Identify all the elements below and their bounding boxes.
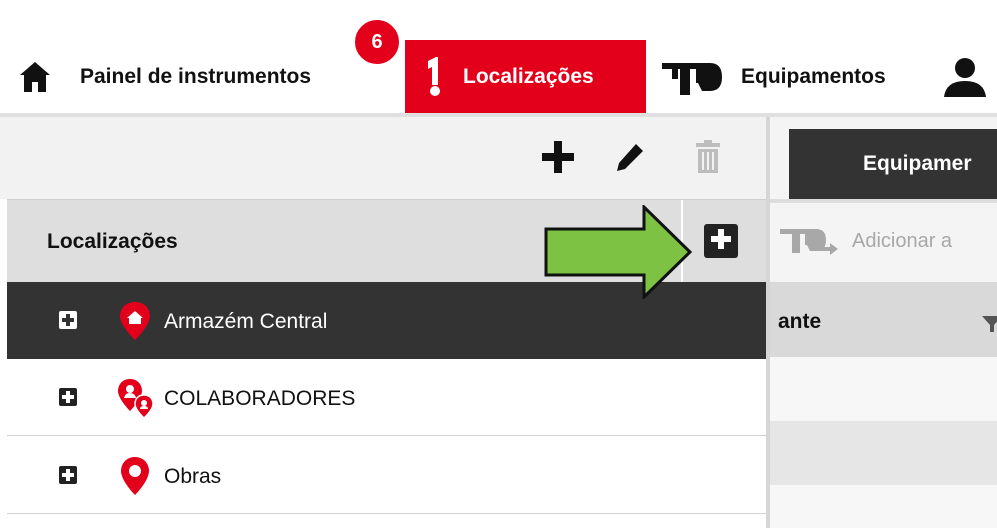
expand-icon[interactable] [59, 466, 77, 484]
tab-strip [770, 199, 997, 203]
table-row[interactable] [770, 421, 997, 485]
nav-locations-label: Localizações [463, 65, 594, 88]
locations-toolbar [0, 117, 766, 199]
warehouse-pin-icon [115, 300, 155, 342]
location-label: COLABORADORES [164, 387, 356, 410]
nav-dashboard-label: Painel de instrumentos [80, 65, 312, 88]
nav-equipment[interactable]: Equipamentos [658, 40, 886, 114]
nav-user[interactable] [940, 40, 990, 114]
table-row[interactable] [770, 357, 997, 421]
trash-icon [694, 139, 722, 180]
location-label: Armazém Central [164, 310, 328, 333]
location-tool-icon [411, 55, 459, 99]
locations-header-title: Localizações [47, 230, 178, 253]
add-assignment-label: Adicionar a [852, 229, 953, 252]
expand-icon[interactable] [59, 388, 77, 406]
table-row[interactable] [770, 485, 997, 528]
delete-button[interactable] [688, 139, 728, 179]
people-pin-icon [115, 377, 155, 420]
tab-equipment[interactable]: Equipamer [789, 129, 997, 199]
user-icon [940, 55, 990, 99]
equipment-add-icon [778, 225, 840, 257]
column-header[interactable]: ante [778, 310, 821, 334]
equipment-icon [658, 57, 726, 97]
edit-button[interactable] [610, 139, 650, 179]
annotation-arrow-icon [544, 205, 693, 299]
location-pin-icon [115, 455, 155, 497]
top-navigation: Painel de instrumentos Localizações Equi… [0, 0, 997, 114]
notification-badge[interactable]: 6 [352, 17, 402, 67]
tree-empty-area [7, 514, 766, 528]
filter-icon[interactable] [982, 316, 997, 337]
expand-icon[interactable] [59, 311, 77, 329]
add-button[interactable] [538, 139, 578, 179]
location-label: Obras [164, 465, 222, 488]
plus-square-icon [710, 228, 732, 255]
app-root: Painel de instrumentos Localizações Equi… [0, 0, 997, 528]
add-assignment-button[interactable]: Adicionar a [778, 225, 952, 257]
nav-dashboard[interactable]: Painel de instrumentos [14, 40, 311, 114]
location-row-colaboradores[interactable]: COLABORADORES [7, 359, 766, 436]
pencil-icon [614, 141, 646, 178]
equipment-table-header: ante [770, 282, 997, 357]
nav-equipment-label: Equipamentos [741, 65, 886, 88]
equipment-panel: Equipamer Adicionar a ante [770, 117, 997, 528]
nav-locations[interactable]: Localizações [405, 40, 646, 114]
plus-icon [540, 139, 576, 180]
add-location-button[interactable] [704, 224, 738, 258]
location-row-obras[interactable]: Obras [7, 437, 766, 514]
home-icon [14, 60, 56, 94]
